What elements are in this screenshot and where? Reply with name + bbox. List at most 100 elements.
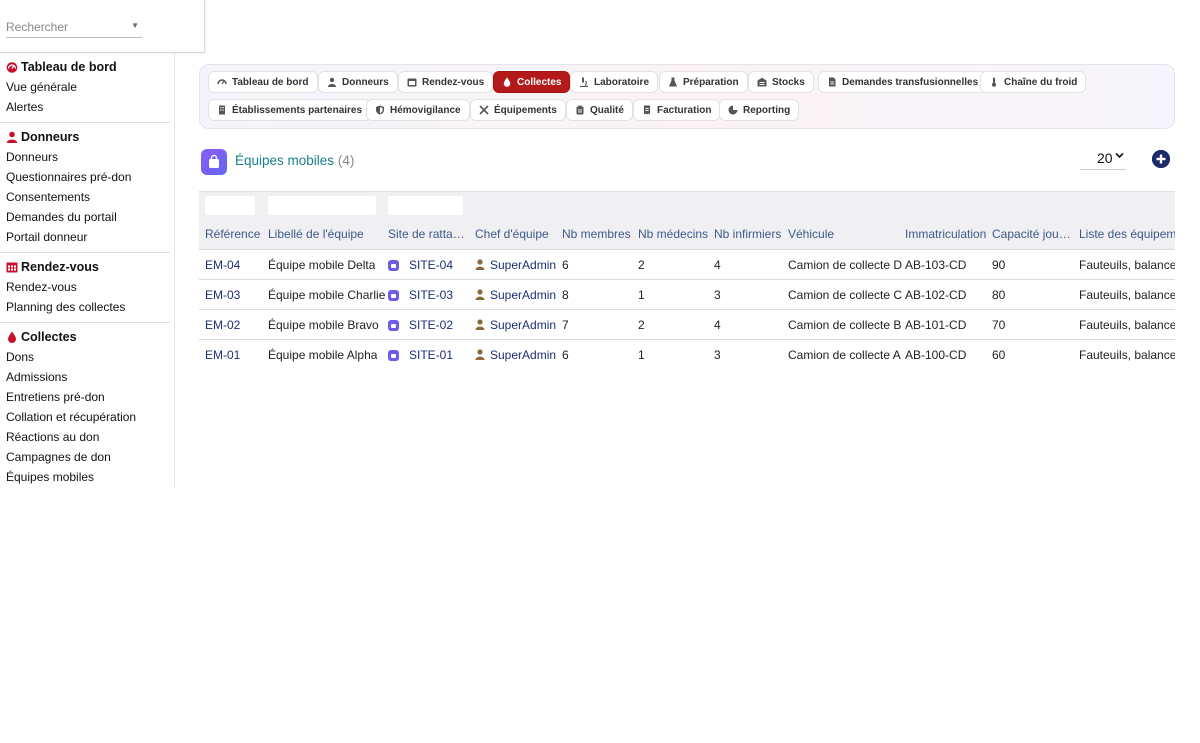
cell-site-text: SITE-01 <box>409 348 454 362</box>
sidebar-item-dons[interactable]: Dons <box>0 347 170 367</box>
cell-reference[interactable]: EM-02 <box>205 318 240 332</box>
sidebar-item-demandes-portail[interactable]: Demandes du portail <box>0 207 170 227</box>
tab-equipements[interactable]: Équipements <box>470 99 566 121</box>
warehouse-icon <box>757 77 767 87</box>
tab-collectes[interactable]: Collectes <box>493 71 571 93</box>
sidebar-heading-label: Rendez-vous <box>21 259 99 274</box>
tab-tableau-de-bord[interactable]: Tableau de bord <box>208 71 318 93</box>
tab-laboratoire[interactable]: Laboratoire <box>570 71 659 93</box>
table-row[interactable]: EM-04 Équipe mobile Delta SITE-04 SuperA… <box>199 250 1175 280</box>
site-icon <box>388 260 399 271</box>
column-header-equipements[interactable]: Liste des équipeme <box>1079 227 1175 241</box>
column-header-vehicule[interactable]: Véhicule <box>788 227 900 241</box>
column-header-libelle[interactable]: Libellé de l'équipe <box>268 227 383 241</box>
sidebar-item-alertes[interactable]: Alertes <box>0 97 170 117</box>
sidebar-item-collation[interactable]: Collation et récupération <box>0 407 170 427</box>
cell-site[interactable]: SITE-04 <box>388 258 453 272</box>
tools-icon <box>479 105 489 115</box>
cell-chef[interactable]: SuperAdmin <box>475 288 556 302</box>
tab-donneurs[interactable]: Donneurs <box>318 71 398 93</box>
column-header-immatriculation[interactable]: Immatriculation <box>905 227 987 241</box>
cell-site[interactable]: SITE-03 <box>388 288 453 302</box>
column-header-site[interactable]: Site de ratta… <box>388 227 470 241</box>
sidebar-item-portail-donneur[interactable]: Portail donneur <box>0 227 170 247</box>
sidebar-item-equipes-mobiles[interactable]: Équipes mobiles <box>0 467 170 487</box>
tab-label: Collectes <box>517 76 562 88</box>
filter-row <box>199 191 1175 220</box>
page-title: Équipes mobiles (4) <box>235 153 354 168</box>
cell-reference[interactable]: EM-01 <box>205 348 240 362</box>
column-header-reference[interactable]: Référence <box>205 227 263 241</box>
cell-capacite: 90 <box>992 258 1006 272</box>
cell-vehicule: Camion de collecte C <box>788 288 903 302</box>
user-icon <box>475 259 485 270</box>
column-header-capacite[interactable]: Capacité jou… <box>992 227 1072 241</box>
sidebar-heading-collectes[interactable]: Collectes <box>0 326 170 347</box>
cell-site[interactable]: SITE-01 <box>388 348 453 362</box>
sidebar-section-dashboard: Tableau de bord Vue générale Alertes <box>0 53 170 123</box>
cell-nb-infirmiers: 4 <box>714 258 721 272</box>
invoice-icon <box>642 105 652 115</box>
sidebar-heading-rendez-vous[interactable]: Rendez-vous <box>0 256 170 277</box>
cell-reference[interactable]: EM-03 <box>205 288 240 302</box>
sidebar-item-questionnaires[interactable]: Questionnaires pré-don <box>0 167 170 187</box>
cell-site[interactable]: SITE-02 <box>388 318 453 332</box>
table-row[interactable]: EM-03 Équipe mobile Charlie SITE-03 Supe… <box>199 280 1175 310</box>
sidebar-item-campagnes[interactable]: Campagnes de don <box>0 447 170 467</box>
cell-libelle: Équipe mobile Alpha <box>268 348 378 362</box>
cell-nb-membres: 7 <box>562 318 569 332</box>
cell-libelle: Équipe mobile Bravo <box>268 318 379 332</box>
sidebar-item-planning-collectes[interactable]: Planning des collectes <box>0 297 170 317</box>
sidebar-item-rendez-vous[interactable]: Rendez-vous <box>0 277 170 297</box>
column-header-chef[interactable]: Chef d'équipe <box>475 227 559 241</box>
tab-qualite[interactable]: Qualité <box>566 99 633 121</box>
sidebar-heading-dashboard[interactable]: Tableau de bord <box>0 56 170 77</box>
sidebar-item-vue-generale[interactable]: Vue générale <box>0 77 170 97</box>
cell-chef[interactable]: SuperAdmin <box>475 318 556 332</box>
tab-rendez-vous[interactable]: Rendez-vous <box>398 71 494 93</box>
sidebar-item-reactions[interactable]: Réactions au don <box>0 427 170 447</box>
table-row[interactable]: EM-01 Équipe mobile Alpha SITE-01 SuperA… <box>199 340 1175 368</box>
record-count: (4) <box>337 153 355 168</box>
user-icon <box>6 131 18 143</box>
add-record-button[interactable] <box>1152 150 1170 168</box>
sidebar-item-entretiens[interactable]: Entretiens pré-don <box>0 387 170 407</box>
column-header-nb-infirmiers[interactable]: Nb infirmiers <box>714 227 786 241</box>
clipboard-icon <box>575 105 585 115</box>
tab-etablissements-partenaires[interactable]: Établissements partenaires <box>208 99 372 121</box>
tab-demandes-transfusionnelles[interactable]: Demandes transfusionnelles <box>818 71 988 93</box>
chevron-down-icon <box>1115 151 1124 162</box>
search-input[interactable]: Rechercher ▼ <box>6 16 142 38</box>
sidebar: Tableau de bord Vue générale Alertes Don… <box>0 0 175 487</box>
tab-stocks[interactable]: Stocks <box>748 71 814 93</box>
cell-chef[interactable]: SuperAdmin <box>475 258 556 272</box>
filter-libelle-input[interactable] <box>268 196 376 215</box>
sidebar-heading-donneurs[interactable]: Donneurs <box>0 126 170 147</box>
filter-site-input[interactable] <box>388 196 463 215</box>
column-header-nb-medecins[interactable]: Nb médecins <box>638 227 710 241</box>
sidebar-item-donneurs[interactable]: Donneurs <box>0 147 170 167</box>
sidebar-item-consentements[interactable]: Consentements <box>0 187 170 207</box>
cell-equipements: Fauteuils, balances <box>1079 258 1175 272</box>
cell-libelle: Équipe mobile Delta <box>268 258 376 272</box>
cell-immatriculation: AB-100-CD <box>905 348 967 362</box>
sidebar-item-admissions[interactable]: Admissions <box>0 367 170 387</box>
tab-preparation[interactable]: Préparation <box>659 71 748 93</box>
table-row[interactable]: EM-02 Équipe mobile Bravo SITE-02 SuperA… <box>199 310 1175 340</box>
tab-label: Équipements <box>494 104 557 116</box>
tab-reporting[interactable]: Reporting <box>719 99 800 121</box>
filter-reference-input[interactable] <box>205 196 255 215</box>
tab-label: Qualité <box>590 104 624 116</box>
tab-facturation[interactable]: Facturation <box>633 99 721 121</box>
page-size-select[interactable]: 20 <box>1080 148 1126 170</box>
tab-hemovigilance[interactable]: Hémovigilance <box>366 99 470 121</box>
shopping-bag-icon <box>201 149 227 175</box>
column-header-nb-membres[interactable]: Nb membres <box>562 227 634 241</box>
caret-down-icon[interactable]: ▼ <box>131 21 139 30</box>
tab-chaine-du-froid[interactable]: Chaîne du froid <box>980 71 1087 93</box>
cell-chef-text: SuperAdmin <box>490 258 557 272</box>
page-size-value: 20 <box>1097 150 1113 166</box>
cell-chef[interactable]: SuperAdmin <box>475 348 556 362</box>
cell-reference[interactable]: EM-04 <box>205 258 240 272</box>
dashboard-icon <box>6 61 18 73</box>
